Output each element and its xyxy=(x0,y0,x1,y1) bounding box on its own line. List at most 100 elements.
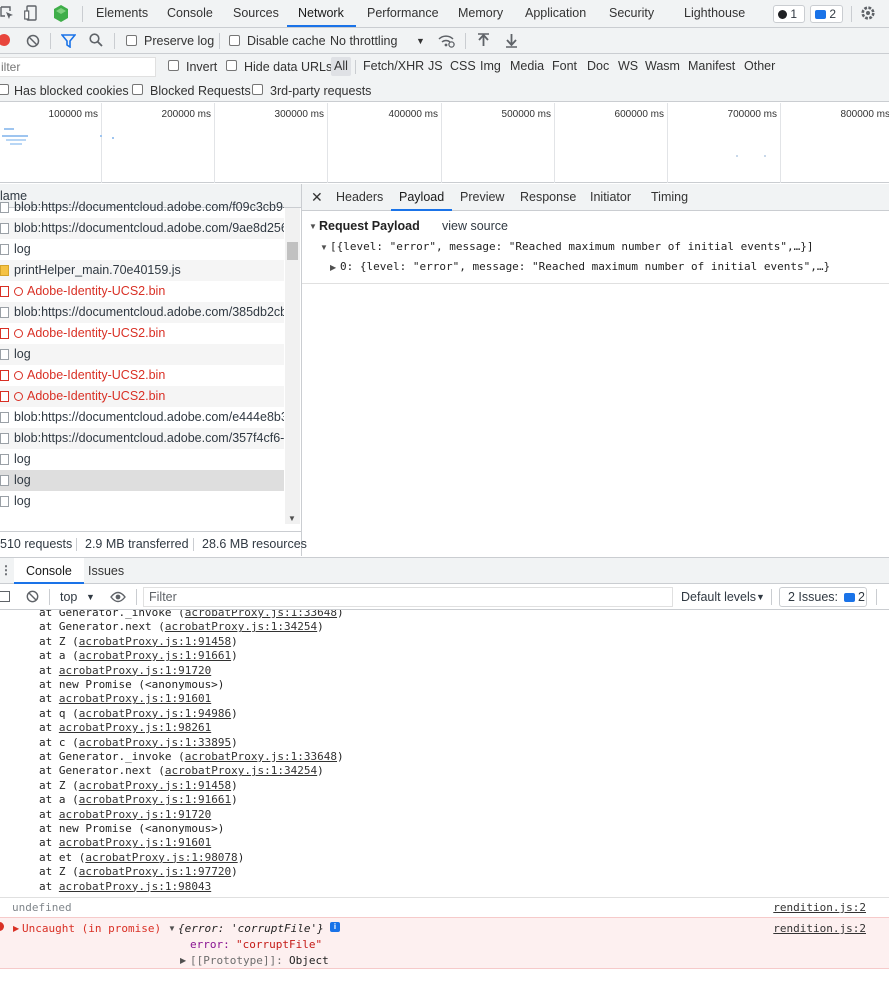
log-levels-select[interactable]: Default levels xyxy=(681,584,756,610)
drawer-menu-icon[interactable]: ⋮ xyxy=(0,564,12,576)
gear-icon[interactable] xyxy=(860,5,876,21)
tab-sources[interactable]: Sources xyxy=(233,0,279,27)
filter-type-img[interactable]: Img xyxy=(477,57,504,76)
filter-icon[interactable] xyxy=(60,34,77,49)
request-row[interactable]: blob:https://documentcloud.adobe.com/357… xyxy=(0,428,284,449)
prototype-key[interactable]: [[Prototype]]: xyxy=(190,954,283,967)
import-har-icon[interactable] xyxy=(477,33,490,48)
tab-response[interactable]: Response xyxy=(520,184,576,211)
request-row[interactable]: blob:https://documentcloud.adobe.com/385… xyxy=(0,302,284,323)
error-object[interactable]: {error: 'corruptFile'} xyxy=(178,922,324,935)
stack-frame-link[interactable]: acrobatProxy.js:1:91601 xyxy=(59,692,211,705)
close-icon[interactable]: ✕ xyxy=(311,184,323,211)
filter-type-js[interactable]: JS xyxy=(425,57,446,76)
request-row[interactable]: Adobe-Identity-UCS2.bin xyxy=(0,386,284,407)
filter-type-css[interactable]: CSS xyxy=(447,57,479,76)
stack-frame-link[interactable]: acrobatProxy.js:1:33648 xyxy=(185,610,337,619)
stack-frame-link[interactable]: acrobatProxy.js:1:91601 xyxy=(59,836,211,849)
expand-arrow-icon[interactable]: ▼ xyxy=(320,243,328,252)
request-row[interactable]: blob:https://documentcloud.adobe.com/f09… xyxy=(0,197,284,218)
tab-preview[interactable]: Preview xyxy=(460,184,504,211)
scroll-down-icon[interactable]: ▼ xyxy=(288,514,296,523)
filter-type-other[interactable]: Other xyxy=(741,57,778,76)
expand-arrow-icon[interactable]: ▶ xyxy=(180,956,186,965)
tab-initiator[interactable]: Initiator xyxy=(590,184,631,211)
request-row[interactable]: log xyxy=(0,449,284,470)
filter-type-all[interactable]: All xyxy=(331,57,351,76)
stack-frame-link[interactable]: acrobatProxy.js:1:91661 xyxy=(79,649,231,662)
stack-frame-link[interactable]: acrobatProxy.js:1:98043 xyxy=(59,880,211,893)
preserve-log-checkbox[interactable] xyxy=(126,35,137,46)
filter-type-font[interactable]: Font xyxy=(549,57,580,76)
clear-icon[interactable] xyxy=(26,34,40,48)
eye-icon[interactable] xyxy=(110,591,126,603)
filter-type-doc[interactable]: Doc xyxy=(584,57,612,76)
info-icon[interactable]: i xyxy=(330,922,340,932)
third-party-checkbox[interactable] xyxy=(252,84,263,95)
request-list-scrollbar[interactable]: ▼ xyxy=(285,208,300,524)
inspect-element-icon[interactable] xyxy=(0,6,14,20)
request-row[interactable]: Adobe-Identity-UCS2.bin xyxy=(0,323,284,344)
expand-arrow-icon[interactable]: ▼ xyxy=(168,924,176,933)
blocked-requests-checkbox[interactable] xyxy=(132,84,143,95)
scrollbar-thumb[interactable] xyxy=(287,242,298,260)
stack-frame-link[interactable]: acrobatProxy.js:1:98261 xyxy=(59,721,211,734)
source-link[interactable]: rendition.js:2 xyxy=(773,901,866,914)
drawer-tab-console[interactable]: Console xyxy=(14,558,84,584)
filter-type-wasm[interactable]: Wasm xyxy=(642,57,683,76)
stack-frame-link[interactable]: acrobatProxy.js:1:94986 xyxy=(79,707,231,720)
payload-array-line[interactable]: [{level: "error", message: "Reached maxi… xyxy=(330,240,813,253)
throttling-select[interactable]: No throttling xyxy=(330,28,397,54)
request-row[interactable]: log xyxy=(0,491,284,512)
issues-button[interactable]: 2 Issues: 2 xyxy=(779,587,867,607)
stack-frame-link[interactable]: acrobatProxy.js:1:33895 xyxy=(79,736,231,749)
clear-console-icon[interactable] xyxy=(26,590,39,603)
tab-console[interactable]: Console xyxy=(167,0,213,27)
filter-type-ws[interactable]: WS xyxy=(615,57,641,76)
stack-frame-link[interactable]: acrobatProxy.js:1:34254 xyxy=(165,620,317,633)
search-icon[interactable] xyxy=(89,33,103,47)
network-conditions-icon[interactable] xyxy=(438,33,455,49)
payload-title[interactable]: Request Payload xyxy=(319,219,420,233)
filter-type-manifest[interactable]: Manifest xyxy=(685,57,738,76)
request-row[interactable]: printHelper_main.70e40159.js xyxy=(0,260,284,281)
drawer-tab-issues[interactable]: Issues xyxy=(88,558,124,584)
timeline-overview[interactable]: 100000 ms 200000 ms 300000 ms 400000 ms … xyxy=(0,103,889,183)
source-link[interactable]: rendition.js:2 xyxy=(773,922,866,935)
stack-frame-link[interactable]: acrobatProxy.js:1:97720 xyxy=(79,865,231,878)
tab-network[interactable]: Network xyxy=(287,0,356,27)
request-row[interactable]: log xyxy=(0,344,284,365)
errors-badge[interactable]: 1 xyxy=(773,5,805,23)
hide-data-urls-checkbox[interactable] xyxy=(226,60,237,71)
export-har-icon[interactable] xyxy=(505,33,518,48)
tab-lighthouse[interactable]: Lighthouse xyxy=(684,0,745,27)
filter-type-fetch-xhr[interactable]: Fetch/XHR xyxy=(360,57,427,76)
stack-frame-link[interactable]: acrobatProxy.js:1:91720 xyxy=(59,808,211,821)
filter-type-media[interactable]: Media xyxy=(507,57,547,76)
request-row[interactable]: log xyxy=(0,239,284,260)
stack-frame-link[interactable]: acrobatProxy.js:1:91720 xyxy=(59,664,211,677)
stack-frame-link[interactable]: acrobatProxy.js:1:91458 xyxy=(79,779,231,792)
stack-frame-link[interactable]: acrobatProxy.js:1:91458 xyxy=(79,635,231,648)
disable-cache-checkbox[interactable] xyxy=(229,35,240,46)
filter-input[interactable]: ilter xyxy=(0,57,156,77)
extension-hexagon-icon[interactable] xyxy=(53,5,69,22)
tab-performance[interactable]: Performance xyxy=(367,0,439,27)
payload-item-line[interactable]: 0: {level: "error", message: "Reached ma… xyxy=(340,260,830,273)
tab-application[interactable]: Application xyxy=(525,0,586,27)
stack-frame-link[interactable]: acrobatProxy.js:1:33648 xyxy=(185,750,337,763)
device-toolbar-icon[interactable] xyxy=(24,5,38,22)
tab-elements[interactable]: Elements xyxy=(96,0,148,27)
expand-arrow-icon[interactable]: ▼ xyxy=(309,222,317,231)
tab-timing[interactable]: Timing xyxy=(651,184,688,211)
collapse-arrow-icon[interactable]: ▶ xyxy=(330,263,336,272)
tab-payload[interactable]: Payload xyxy=(391,184,453,211)
request-row[interactable]: Adobe-Identity-UCS2.bin xyxy=(0,365,284,386)
tab-headers[interactable]: Headers xyxy=(336,184,383,211)
tab-security[interactable]: Security xyxy=(609,0,654,27)
expand-arrow-icon[interactable]: ▶ xyxy=(13,924,19,933)
request-row[interactable]: Adobe-Identity-UCS2.bin xyxy=(0,281,284,302)
context-select[interactable]: top xyxy=(60,584,77,610)
stack-frame-link[interactable]: acrobatProxy.js:1:98078 xyxy=(85,851,237,864)
console-filter-input[interactable]: Filter xyxy=(143,587,673,607)
